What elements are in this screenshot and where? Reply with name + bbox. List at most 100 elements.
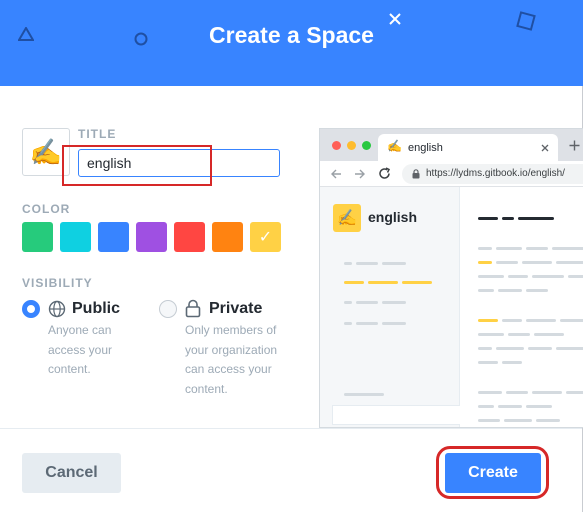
space-preview: ✍️ english https://lydms.gitbook.io/engl… [319, 128, 583, 428]
placeholder-line [504, 419, 532, 422]
public-desc-line: content. [48, 362, 91, 376]
placeholder-line [478, 361, 498, 364]
lock-small-icon [412, 169, 420, 179]
title-input[interactable] [78, 149, 280, 177]
back-arrow-icon [331, 169, 341, 179]
lock-icon [185, 299, 201, 318]
placeholder-line [556, 347, 583, 350]
placeholder-line [382, 262, 406, 265]
private-desc-line: content. [185, 381, 228, 396]
placeholder-line [566, 391, 583, 394]
placeholder-line [478, 289, 494, 292]
cancel-button[interactable]: Cancel [22, 453, 121, 493]
sidebar-active-item [332, 405, 460, 425]
placeholder-line [534, 333, 564, 336]
placeholder-line [382, 322, 406, 325]
placeholder-line [478, 275, 504, 278]
placeholder-line [502, 361, 522, 364]
placeholder-line [344, 281, 364, 284]
placeholder-line [402, 281, 432, 284]
public-option-description: Anyone can access your content. [48, 321, 112, 380]
browser-tab-bar: ✍️ english [320, 129, 583, 161]
placeholder-line [508, 275, 528, 278]
placeholder-line [526, 247, 548, 250]
private-desc-line: can access your [185, 362, 272, 376]
placeholder-line [502, 217, 514, 220]
checkmark-icon: ✓ [258, 229, 273, 246]
browser-address-bar: https://lydms.gitbook.io/english/ [320, 161, 583, 187]
placeholder-line [478, 405, 494, 408]
globe-icon [48, 300, 66, 318]
private-option-label[interactable]: Private [209, 300, 262, 318]
color-swatch[interactable] [136, 222, 167, 252]
public-radio[interactable] [22, 300, 40, 318]
placeholder-line [526, 405, 552, 408]
color-swatch[interactable] [174, 222, 205, 252]
private-radio[interactable] [159, 300, 177, 318]
maximize-dot-icon [362, 141, 371, 150]
url-text: https://lydms.gitbook.io/english/ [426, 168, 565, 179]
placeholder-line [536, 419, 560, 422]
placeholder-line [522, 261, 552, 264]
sidebar-placeholder-line [344, 393, 384, 396]
placeholder-line [356, 301, 378, 304]
color-swatch[interactable] [212, 222, 243, 252]
placeholder-line [344, 322, 352, 325]
placeholder-line [518, 217, 554, 220]
placeholder-line [498, 289, 522, 292]
public-desc-line: Anyone can [48, 323, 112, 337]
private-option-description: Only members of your organization can ac… [185, 321, 277, 399]
placeholder-line [526, 319, 556, 322]
url-box: https://lydms.gitbook.io/english/ [402, 164, 583, 184]
tab-favicon-icon: ✍️ [387, 139, 402, 153]
title-label: TITLE [78, 127, 117, 141]
tab-close-icon [541, 144, 549, 152]
placeholder-line [498, 405, 522, 408]
modal-header: Create a Space [0, 0, 583, 86]
placeholder-line [568, 275, 583, 278]
footer-divider [0, 428, 582, 429]
placeholder-line [532, 275, 564, 278]
placeholder-line [344, 262, 352, 265]
placeholder-line [478, 319, 498, 322]
placeholder-line [356, 262, 378, 265]
visibility-label: VISIBILITY [22, 276, 93, 290]
space-emoji-picker[interactable]: ✍️ [22, 128, 70, 176]
placeholder-line [368, 281, 398, 284]
color-swatch[interactable] [22, 222, 53, 252]
placeholder-line [478, 247, 492, 250]
placeholder-line [356, 322, 378, 325]
color-swatch[interactable] [60, 222, 91, 252]
placeholder-line [496, 261, 518, 264]
placeholder-line [478, 391, 502, 394]
color-swatches: ✓ [22, 222, 281, 252]
create-button[interactable]: Create [445, 453, 541, 493]
placeholder-line [478, 261, 492, 264]
placeholder-line [560, 319, 583, 322]
reload-icon [379, 167, 391, 179]
color-swatch[interactable] [98, 222, 129, 252]
new-tab-icon [569, 140, 580, 151]
preview-sidebar: ✍️ english [320, 187, 460, 427]
private-desc-line: your organization [185, 342, 278, 357]
public-desc-line: access your [48, 342, 113, 357]
placeholder-line [502, 319, 522, 322]
placeholder-line [496, 247, 522, 250]
placeholder-line [382, 301, 406, 304]
placeholder-line [528, 347, 552, 350]
placeholder-line [508, 333, 530, 336]
color-swatch[interactable]: ✓ [250, 222, 281, 252]
placeholder-line [506, 391, 528, 394]
forward-arrow-icon [355, 169, 365, 179]
create-space-modal: Create a Space ✍️ TITLE COLOR ✓ VISIBILI… [0, 0, 583, 512]
placeholder-line [344, 301, 352, 304]
placeholder-line [478, 217, 498, 220]
browser-tab: ✍️ english [378, 134, 558, 161]
placeholder-line [556, 261, 583, 264]
minimize-dot-icon [347, 141, 356, 150]
placeholder-line [478, 347, 492, 350]
color-label: COLOR [22, 202, 71, 216]
placeholder-line [526, 289, 548, 292]
public-option-label[interactable]: Public [72, 300, 120, 318]
placeholder-line [478, 333, 504, 336]
